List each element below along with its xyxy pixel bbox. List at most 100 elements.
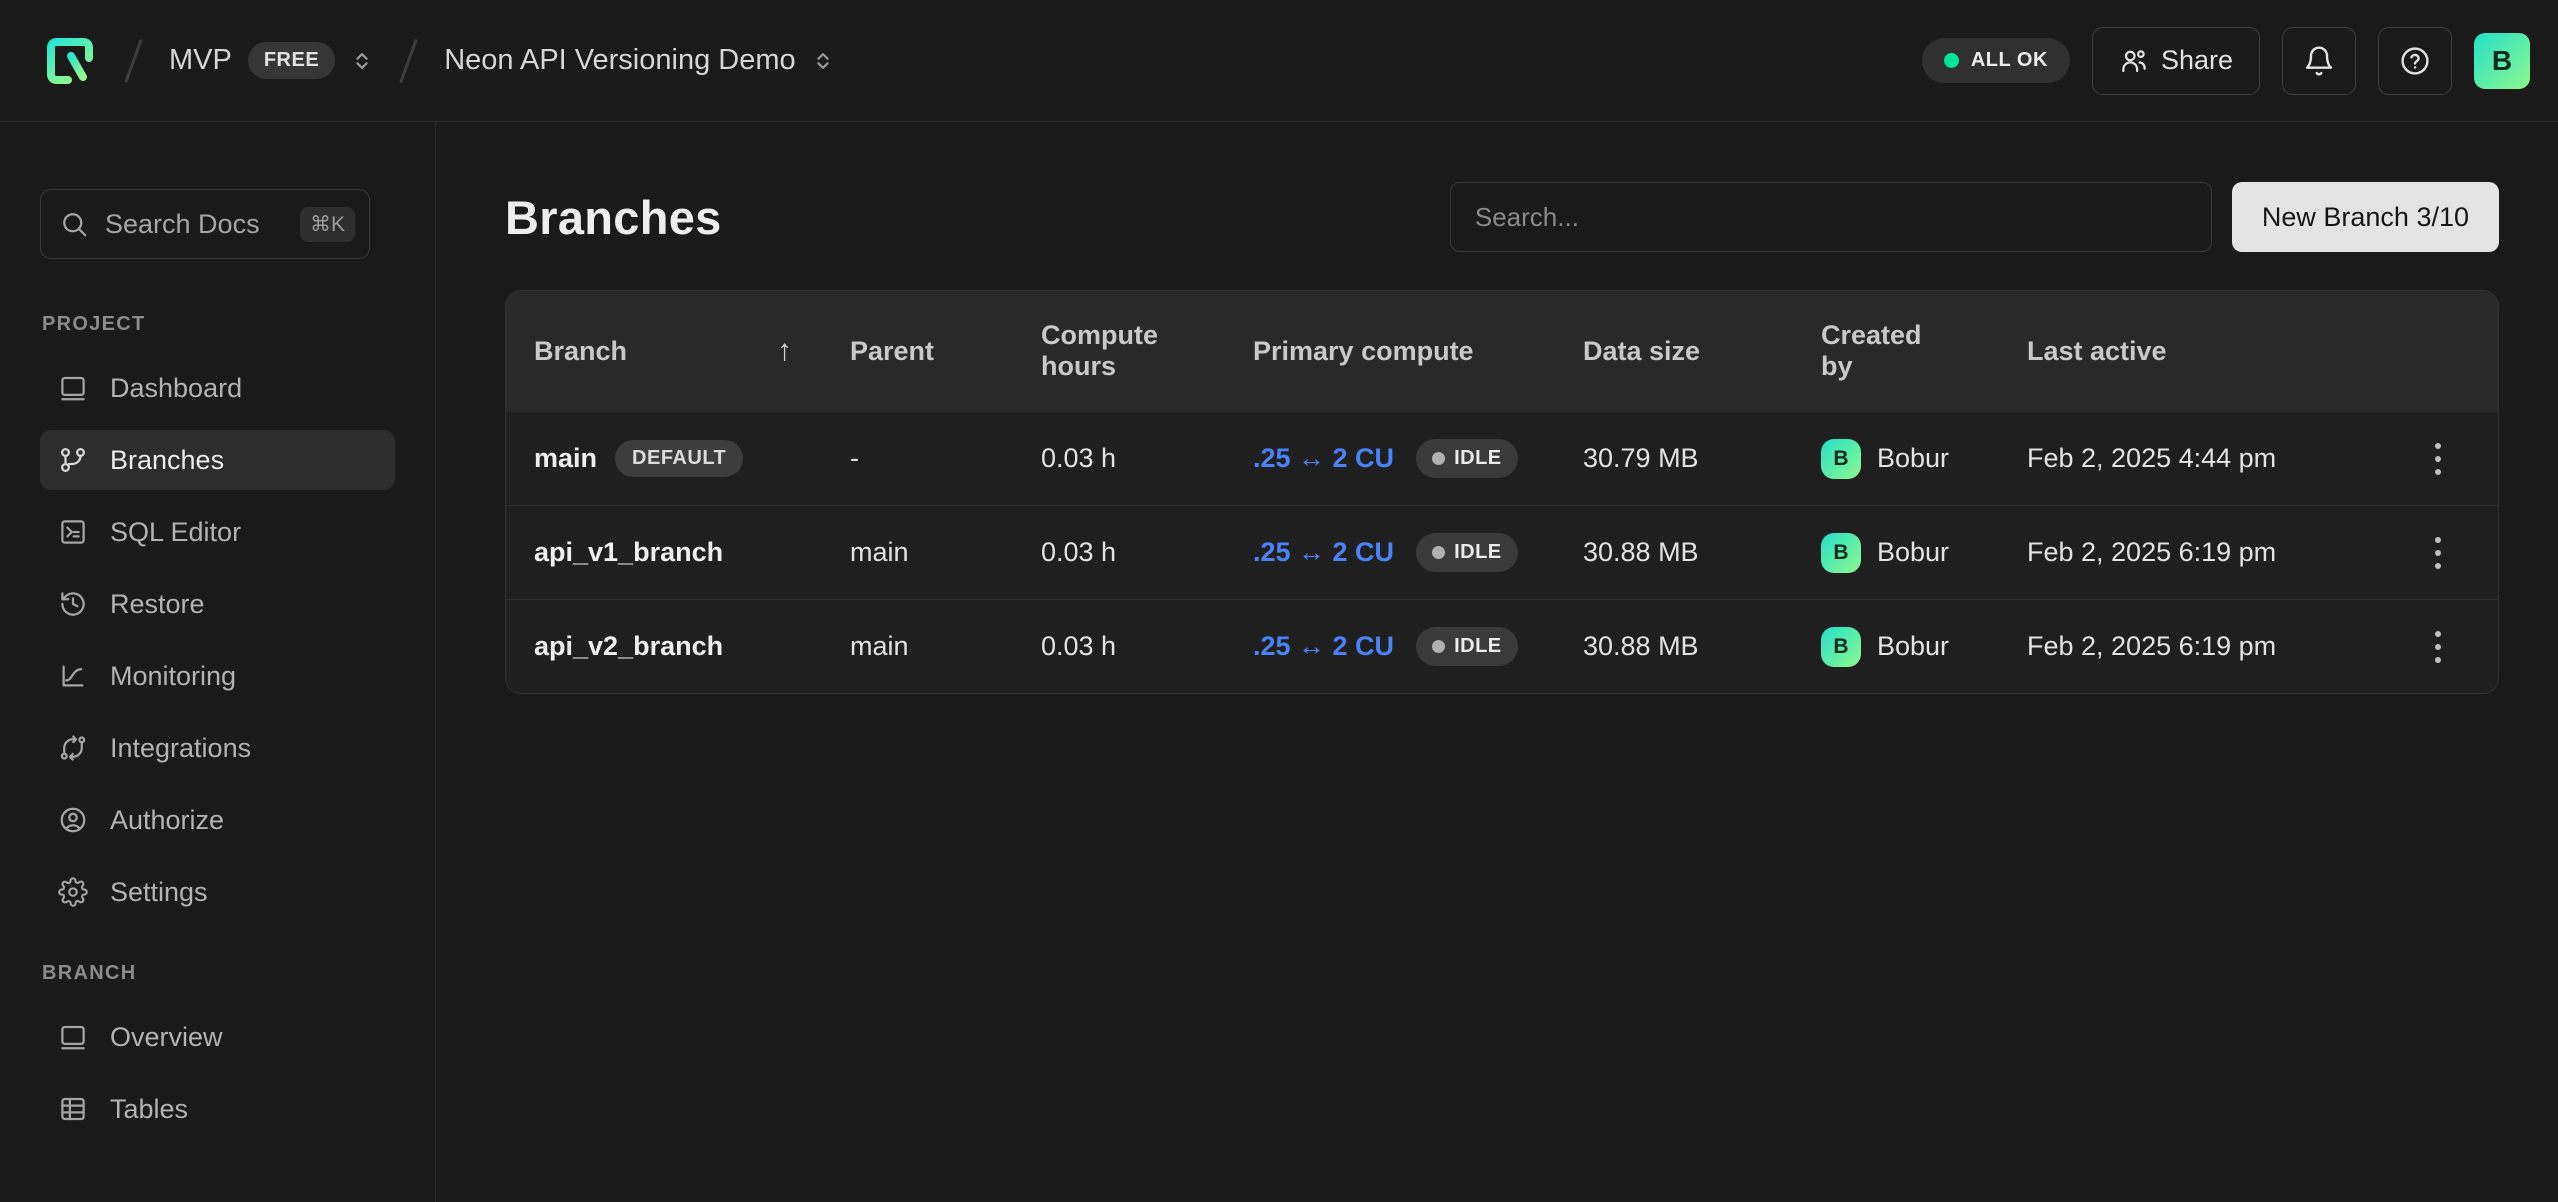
primary-compute-value[interactable]: .25 ↔ 2 CU xyxy=(1253,537,1394,568)
sidebar-item-label: SQL Editor xyxy=(110,517,241,548)
compute-hours-cell: 0.03 h xyxy=(1041,631,1253,662)
sidebar-item-dashboard[interactable]: Dashboard xyxy=(40,358,395,418)
history-icon xyxy=(58,589,88,619)
users-icon xyxy=(2119,46,2149,76)
idle-dot-icon xyxy=(1432,546,1445,559)
creator-avatar: B xyxy=(1821,439,1861,479)
search-docs-button[interactable]: Search Docs ⌘K xyxy=(40,189,370,259)
sidebar: Search Docs ⌘K PROJECT Dashboard xyxy=(0,122,436,1202)
project-name: MVP xyxy=(169,44,232,77)
search-docs-label: Search Docs xyxy=(105,209,260,240)
branch-name[interactable]: main xyxy=(534,443,597,474)
chevron-updown-icon xyxy=(812,46,834,76)
sidebar-item-overview[interactable]: Overview xyxy=(40,1007,395,1067)
created-by-cell: B Bobur xyxy=(1821,533,2027,573)
branch-search-input[interactable] xyxy=(1450,182,2212,252)
project-switcher[interactable]: MVP FREE xyxy=(169,42,373,79)
sidebar-item-sql-editor[interactable]: SQL Editor xyxy=(40,502,395,562)
app-window: MVP FREE Neon API Versioning Demo ALL OK xyxy=(0,0,2558,1202)
sidebar-item-label: Overview xyxy=(110,1022,223,1053)
sidebar-item-integrations[interactable]: Integrations xyxy=(40,718,395,778)
sidebar-item-monitoring[interactable]: Monitoring xyxy=(40,646,395,706)
plan-badge: FREE xyxy=(248,42,335,79)
sidebar-item-label: Branches xyxy=(110,445,224,476)
main-content: Branches New Branch 3/10 Branch ↑ Parent xyxy=(436,122,2558,1202)
sidebar-item-label: Tables xyxy=(110,1094,188,1125)
creator-avatar: B xyxy=(1821,627,1861,667)
section-label-branch: BRANCH xyxy=(42,962,435,985)
sidebar-item-label: Monitoring xyxy=(110,661,236,692)
idle-dot-icon xyxy=(1432,640,1445,653)
chart-icon xyxy=(58,661,88,691)
row-menu-button[interactable] xyxy=(2416,429,2460,489)
page-title: Branches xyxy=(505,190,722,245)
sidebar-item-branches[interactable]: Branches xyxy=(40,430,395,490)
section-label-project: PROJECT xyxy=(42,313,435,336)
sync-icon xyxy=(58,733,88,763)
created-by-cell: B Bobur xyxy=(1821,439,2027,479)
idle-dot-icon xyxy=(1432,452,1445,465)
status-dot-icon xyxy=(1944,53,1959,68)
terminal-icon xyxy=(58,517,88,547)
branch-switcher[interactable]: Neon API Versioning Demo xyxy=(444,44,833,77)
parent-cell: - xyxy=(850,443,1041,474)
breadcrumb-slash xyxy=(124,38,143,82)
primary-compute-value[interactable]: .25 ↔ 2 CU xyxy=(1253,443,1394,474)
topbar: MVP FREE Neon API Versioning Demo ALL OK xyxy=(0,0,2558,122)
table-row[interactable]: api_v1_branch main 0.03 h .25 ↔ 2 CU IDL… xyxy=(506,505,2498,599)
column-header-parent: Parent xyxy=(850,336,1041,367)
share-button[interactable]: Share xyxy=(2092,27,2260,95)
user-circle-icon xyxy=(58,805,88,835)
table-header-row: Branch ↑ Parent Compute hours Primary co… xyxy=(506,291,2498,411)
creator-avatar: B xyxy=(1821,533,1861,573)
column-header-branch[interactable]: Branch ↑ xyxy=(534,334,850,368)
sidebar-item-tables[interactable]: Tables xyxy=(40,1079,395,1139)
topbar-right: ALL OK Share xyxy=(1922,27,2530,95)
creator-name: Bobur xyxy=(1877,537,1949,568)
column-header-compute-hours: Compute hours xyxy=(1041,320,1253,382)
parent-cell: main xyxy=(850,537,1041,568)
compute-hours-cell: 0.03 h xyxy=(1041,443,1253,474)
notifications-button[interactable] xyxy=(2282,27,2356,95)
chevron-updown-icon xyxy=(351,46,373,76)
breadcrumb-slash xyxy=(399,38,418,82)
table-icon xyxy=(58,1094,88,1124)
git-branch-icon xyxy=(58,445,88,475)
user-avatar[interactable]: B xyxy=(2474,33,2530,89)
help-button[interactable] xyxy=(2378,27,2452,95)
topbar-left: MVP FREE Neon API Versioning Demo xyxy=(42,33,834,89)
primary-compute-value[interactable]: .25 ↔ 2 CU xyxy=(1253,631,1394,662)
status-badge[interactable]: ALL OK xyxy=(1922,38,2070,83)
compute-hours-cell: 0.03 h xyxy=(1041,537,1253,568)
column-header-primary-compute: Primary compute xyxy=(1253,336,1583,367)
last-active-cell: Feb 2, 2025 4:44 pm xyxy=(2027,443,2398,474)
row-menu-button[interactable] xyxy=(2416,523,2460,583)
last-active-cell: Feb 2, 2025 6:19 pm xyxy=(2027,537,2398,568)
neon-logo-icon[interactable] xyxy=(42,33,98,89)
dashboard-icon xyxy=(58,373,88,403)
help-icon xyxy=(2399,45,2431,77)
creator-name: Bobur xyxy=(1877,443,1949,474)
row-menu-button[interactable] xyxy=(2416,617,2460,677)
table-row[interactable]: api_v2_branch main 0.03 h .25 ↔ 2 CU IDL… xyxy=(506,599,2498,693)
branch-name[interactable]: api_v2_branch xyxy=(534,631,723,662)
branch-selector-label: Neon API Versioning Demo xyxy=(444,44,795,77)
sort-ascending-icon[interactable]: ↑ xyxy=(777,334,792,368)
new-branch-button[interactable]: New Branch 3/10 xyxy=(2232,182,2499,252)
created-by-cell: B Bobur xyxy=(1821,627,2027,667)
sidebar-item-restore[interactable]: Restore xyxy=(40,574,395,634)
sidebar-item-label: Dashboard xyxy=(110,373,242,404)
compute-state-badge: IDLE xyxy=(1416,439,1518,478)
avatar-initial: B xyxy=(2492,45,2512,77)
sidebar-item-settings[interactable]: Settings xyxy=(40,862,395,922)
table-row[interactable]: main DEFAULT - 0.03 h .25 ↔ 2 CU IDLE 30… xyxy=(506,411,2498,505)
column-header-created-by: Created by xyxy=(1821,320,2027,382)
sidebar-item-label: Integrations xyxy=(110,733,251,764)
bell-icon xyxy=(2303,45,2335,77)
gear-icon xyxy=(58,877,88,907)
branch-name[interactable]: api_v1_branch xyxy=(534,537,723,568)
share-label: Share xyxy=(2161,45,2233,76)
data-size-cell: 30.88 MB xyxy=(1583,631,1821,662)
sidebar-item-authorize[interactable]: Authorize xyxy=(40,790,395,850)
data-size-cell: 30.88 MB xyxy=(1583,537,1821,568)
